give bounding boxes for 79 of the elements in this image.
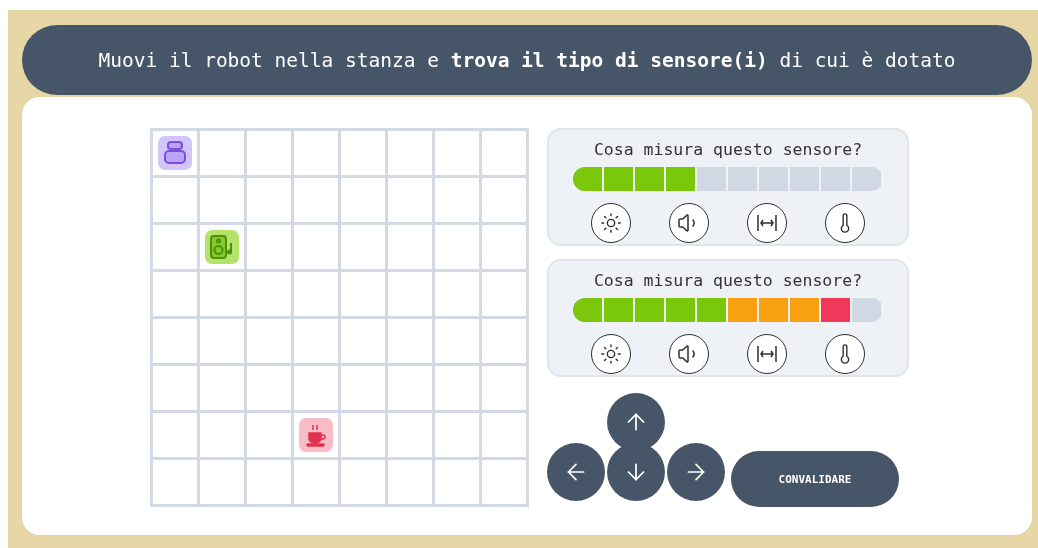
floor-tile [388,131,432,175]
thermometer-button[interactable] [825,203,865,243]
sun-icon [600,212,622,234]
floor-tile [153,225,197,269]
floor-tile [435,131,479,175]
thermometer-button[interactable] [825,334,865,374]
floor-tile [341,319,385,363]
instruction-text: Muovi il robot nella stanza e trova il tipo di sensore(i) di cui è dotato [98,48,956,72]
floor-tile [388,178,432,222]
floor-tile [435,460,479,504]
floor-tile [247,225,291,269]
floor-tile [341,366,385,410]
sun-icon [600,343,622,365]
floor-tile [341,178,385,222]
floor-tile [482,460,526,504]
floor-tile [482,178,526,222]
floor-tile [482,131,526,175]
floor-tile [200,272,244,316]
floor-tile [294,131,338,175]
floor-tile [388,460,432,504]
floor-tile [153,319,197,363]
floor-tile [482,413,526,457]
floor-tile [294,319,338,363]
floor-tile [388,272,432,316]
floor-tile [341,131,385,175]
sensor-question: Cosa misura questo sensore? [593,140,863,159]
floor-tile [153,272,197,316]
floor-tile [153,178,197,222]
floor-tile [247,131,291,175]
left-arrow-button[interactable] [547,443,605,501]
right-arrow-button[interactable] [667,443,725,501]
distance-button[interactable] [747,203,787,243]
floor-tile [388,366,432,410]
distance-icon [755,343,779,365]
floor-tile [482,319,526,363]
floor-tile [200,413,244,457]
floor-tile [200,178,244,222]
floor-tile [388,225,432,269]
floor-tile [153,460,197,504]
distance-icon [755,212,779,234]
floor-tile [482,225,526,269]
floor-tile [247,366,291,410]
floor-tile [435,225,479,269]
floor-tile [200,366,244,410]
floor-tile [482,272,526,316]
floor-tile [153,366,197,410]
sensor-question: Cosa misura questo sensore? [593,271,863,290]
validate-button[interactable]: CONVALIDARE [731,451,899,507]
floor-tile [388,413,432,457]
floor-tile [435,319,479,363]
floor-tile [435,413,479,457]
floor-tile [341,225,385,269]
floor-tile [247,460,291,504]
floor-tile [294,366,338,410]
sun-button[interactable] [591,334,631,374]
floor-tile [341,272,385,316]
speaker-button[interactable] [669,334,709,374]
floor-tile [294,225,338,269]
floor-tile [435,366,479,410]
floor-tile [435,178,479,222]
floor-tile [388,319,432,363]
floor-tile [294,272,338,316]
distance-button[interactable] [747,334,787,374]
floor-tile [153,413,197,457]
speaker-button[interactable] [669,203,709,243]
floor-tile [294,178,338,222]
floor-tile [247,413,291,457]
floor-tile [200,319,244,363]
floor-tile [247,178,291,222]
floor-tile [247,319,291,363]
floor-tile [200,460,244,504]
sun-button[interactable] [591,203,631,243]
floor-tile [482,366,526,410]
floor-tile [294,460,338,504]
floor-tile [247,272,291,316]
floor-tile [341,413,385,457]
floor-tile [435,272,479,316]
floor-tile [200,131,244,175]
floor-tile [341,460,385,504]
